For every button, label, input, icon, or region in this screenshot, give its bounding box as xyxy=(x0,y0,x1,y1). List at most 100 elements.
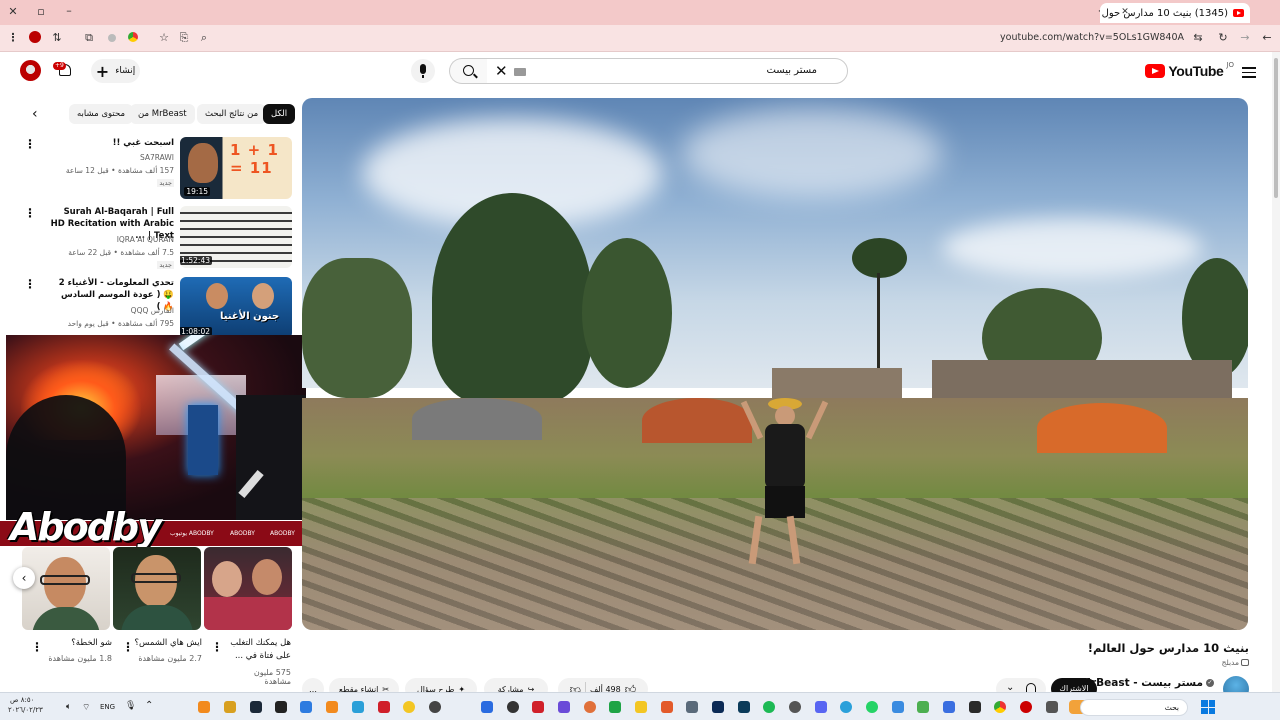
create-button[interactable]: إنشاء + xyxy=(91,59,140,83)
chip-from-mrbeast[interactable]: من MrBeast xyxy=(130,104,195,124)
chip-all[interactable]: الكل xyxy=(263,104,296,124)
back-icon[interactable]: ← xyxy=(1260,31,1274,45)
chip-from-search[interactable]: من نتائج البحث xyxy=(197,104,267,124)
list-item[interactable]: جنون الأغنيا 1:08:02 تحدي المعلومات - ال… xyxy=(20,277,292,341)
volume-icon[interactable]: 🔈︎ xyxy=(66,702,71,712)
more-options-icon[interactable]: ⋮ xyxy=(24,137,36,151)
chips-prev-icon[interactable]: ‹ xyxy=(32,106,38,122)
windows-start-icon[interactable] xyxy=(1201,700,1215,714)
more-options-icon[interactable]: ⋮ xyxy=(24,277,36,291)
telegram-icon[interactable] xyxy=(840,701,852,713)
app-icon[interactable] xyxy=(738,701,750,713)
whatsapp-icon[interactable] xyxy=(866,701,878,713)
short-title[interactable]: هل يمكنك التغلب على فتاة في ... xyxy=(225,637,291,663)
microphone-icon[interactable]: 🎙︎ xyxy=(125,701,136,711)
video-thumbnail[interactable]: 1:52:43 xyxy=(180,206,292,268)
wifi-icon[interactable]: ⌔ xyxy=(82,702,90,713)
app-icon[interactable] xyxy=(481,701,493,713)
photoshop-icon[interactable] xyxy=(712,701,724,713)
app-icon[interactable] xyxy=(789,701,801,713)
app-icon[interactable] xyxy=(686,701,698,713)
clock-time[interactable]: ٨:٥٠ ص xyxy=(10,696,34,704)
chrome-icon[interactable] xyxy=(994,701,1006,713)
more-options-icon[interactable]: ⋮ xyxy=(211,640,223,654)
url-text[interactable]: youtube.com/watch?v=5OLs1GW840A xyxy=(1000,32,1184,43)
chrome-extension-icon[interactable] xyxy=(128,32,138,42)
minimize-window-icon[interactable]: – xyxy=(62,4,76,18)
clear-search-icon[interactable]: ✕ xyxy=(495,62,508,80)
app-icon[interactable] xyxy=(584,701,596,713)
file-explorer-icon[interactable] xyxy=(635,701,647,713)
app-icon[interactable] xyxy=(224,701,236,713)
short-title[interactable]: ايش هاي الشمس؟ xyxy=(132,637,203,650)
short-thumbnail[interactable] xyxy=(204,547,292,630)
app-icon[interactable] xyxy=(558,701,570,713)
more-options-icon[interactable]: ⋮ xyxy=(24,206,36,220)
channel-name[interactable]: IQRA AI QURAN xyxy=(117,235,174,244)
video-player[interactable] xyxy=(302,98,1248,630)
extensions-puzzle-icon[interactable]: ⧉ xyxy=(82,31,96,45)
task-view-icon[interactable] xyxy=(1046,701,1058,713)
app-icon[interactable] xyxy=(378,701,390,713)
video-thumbnail[interactable]: 1 + 1 = 11 19:15 xyxy=(180,137,292,199)
app-icon[interactable] xyxy=(892,701,904,713)
channel-name[interactable]: ✓مستر بيست - MrBeast xyxy=(1081,677,1214,689)
list-item[interactable]: 1:52:43 Surah Al-Baqarah | Full HD Recit… xyxy=(20,206,292,270)
app-icon[interactable] xyxy=(275,701,287,713)
guide-menu-icon[interactable] xyxy=(1242,64,1256,81)
clock-date[interactable]: ٢٠٢٦/٠٢/٢٣ xyxy=(8,706,43,714)
app-icon[interactable] xyxy=(532,701,544,713)
app-icon[interactable] xyxy=(352,701,364,713)
extension-icon[interactable]: ⇅ xyxy=(50,31,64,45)
short-thumbnail[interactable] xyxy=(22,547,110,630)
bookmark-star-icon[interactable]: ☆ xyxy=(157,31,171,45)
short-thumbnail[interactable] xyxy=(113,547,201,630)
spotify-icon[interactable] xyxy=(763,701,775,713)
close-tab-icon[interactable]: ✕ xyxy=(1118,5,1132,19)
profile-avatar-icon[interactable] xyxy=(29,31,41,43)
chip-related[interactable]: محتوى مشابه xyxy=(69,104,133,124)
extension-dot-icon[interactable] xyxy=(108,34,116,42)
discord-icon[interactable] xyxy=(815,701,827,713)
shorts-prev-icon[interactable]: ‹ xyxy=(13,567,35,589)
app-icon[interactable] xyxy=(507,701,519,713)
keyboard-icon[interactable] xyxy=(514,68,526,76)
app-icon[interactable] xyxy=(661,701,673,713)
reload-icon[interactable]: ↻ xyxy=(1216,31,1230,45)
taskbar-search-input[interactable]: بحث xyxy=(1080,699,1188,716)
steam-icon[interactable] xyxy=(250,701,262,713)
site-settings-icon[interactable]: ⇆ xyxy=(1191,31,1205,45)
app-icon[interactable] xyxy=(300,701,312,713)
channel-name[interactable]: SA7RAWI xyxy=(140,153,174,162)
channel-name[interactable]: الفارس QQQ xyxy=(131,306,174,315)
browser-menu-icon[interactable]: ⋮ xyxy=(6,31,20,45)
forward-icon[interactable]: → xyxy=(1238,31,1252,45)
app-icon[interactable] xyxy=(917,701,929,713)
tray-chevron-icon[interactable]: ⌃ xyxy=(145,700,153,711)
close-window-icon[interactable]: ✕ xyxy=(6,5,20,19)
search-input[interactable]: مستر بيست ✕ xyxy=(486,58,848,84)
zoom-icon[interactable]: ⌕ xyxy=(197,31,211,45)
app-icon[interactable] xyxy=(1020,701,1032,713)
youtube-logo[interactable]: YouTube JO xyxy=(1145,61,1234,79)
app-icon[interactable] xyxy=(943,701,955,713)
app-icon[interactable] xyxy=(609,701,621,713)
list-item[interactable]: 1 + 1 = 11 19:15 اسبحت غبي !! SA7RAWI 15… xyxy=(20,137,292,201)
video-title[interactable]: اسبحت غبي !! xyxy=(49,137,174,149)
app-icon[interactable] xyxy=(326,701,338,713)
maximize-window-icon[interactable]: ▫ xyxy=(34,5,48,19)
app-icon[interactable] xyxy=(403,701,415,713)
app-icon[interactable] xyxy=(429,701,441,713)
account-avatar[interactable] xyxy=(20,60,41,81)
chip-label: محتوى مشابه xyxy=(77,109,125,119)
short-views: 2.7 مليون مشاهدة xyxy=(138,654,202,663)
search-button[interactable] xyxy=(449,58,487,84)
app-icon[interactable] xyxy=(969,701,981,713)
video-thumbnail[interactable]: جنون الأغنيا 1:08:02 xyxy=(180,277,292,339)
voice-search-icon[interactable] xyxy=(411,59,435,83)
language-indicator[interactable]: ENG xyxy=(100,703,115,711)
short-title[interactable]: شو الخطة؟ xyxy=(42,637,112,650)
scrollbar-thumb[interactable] xyxy=(1274,58,1278,198)
install-app-icon[interactable]: ⎘ xyxy=(177,31,191,45)
app-icon[interactable] xyxy=(198,701,210,713)
